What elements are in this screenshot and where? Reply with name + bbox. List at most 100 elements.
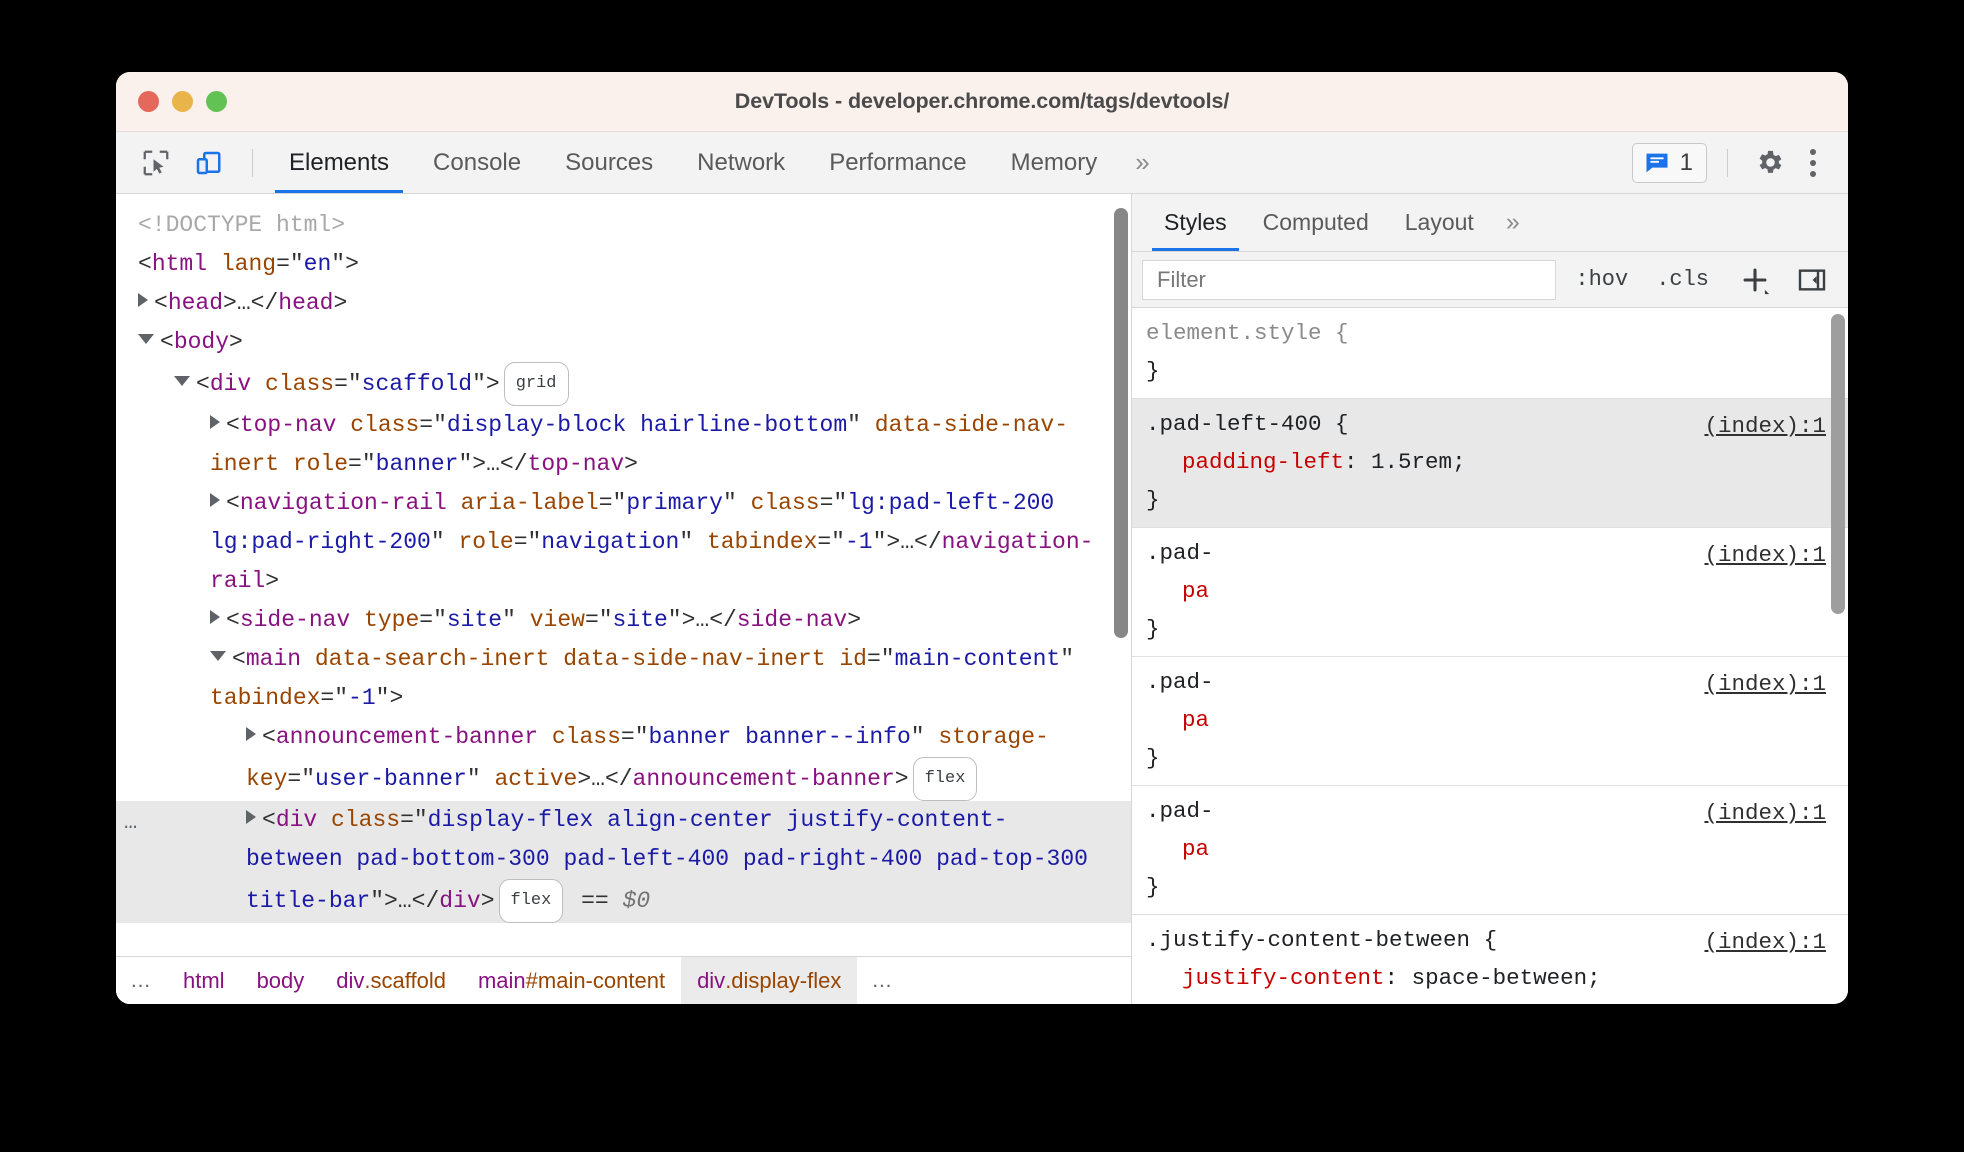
dom-node-main[interactable]: <main data-search-inert data-side-nav-in… xyxy=(116,640,1131,718)
tab-sources[interactable]: Sources xyxy=(543,132,675,193)
css-rule-pad-left-400[interactable]: (index):1 .pad-left-400 { padding-left: … xyxy=(1132,399,1848,528)
device-toolbar-icon[interactable] xyxy=(186,141,230,185)
expand-triangle-icon[interactable] xyxy=(246,727,256,741)
expand-triangle-icon[interactable] xyxy=(210,610,220,624)
css-rule-source-link[interactable]: (index):1 xyxy=(1704,536,1826,574)
more-tabs-icon[interactable]: » xyxy=(1119,132,1165,193)
dom-node-side-nav[interactable]: <side-nav type="site" view="site">…</sid… xyxy=(116,601,1131,640)
topnav-ellipsis: … xyxy=(486,451,500,477)
dom-node-selected-div[interactable]: … <div class="display-flex align-center … xyxy=(116,801,1131,923)
grid-badge[interactable]: grid xyxy=(503,362,569,406)
filter-input[interactable]: Filter xyxy=(1142,259,1557,300)
tab-styles[interactable]: Styles xyxy=(1146,194,1245,251)
tab-performance[interactable]: Performance xyxy=(807,132,988,193)
banner-attr-class: class xyxy=(551,724,621,750)
css-rule-source-link[interactable]: (index):1 xyxy=(1704,794,1826,832)
navrail-role-value: navigation xyxy=(541,529,680,555)
css-rule-element-style[interactable]: element.style { } xyxy=(1132,308,1848,399)
head-ellipsis: … xyxy=(236,290,251,316)
css-rules-list[interactable]: element.style { } (index):1 .pad-left-40… xyxy=(1132,308,1848,1004)
plus-icon[interactable] xyxy=(1728,263,1782,297)
declaration-value[interactable]: space-between xyxy=(1412,965,1588,991)
declaration-value[interactable]: 1.5rem xyxy=(1371,449,1452,475)
declaration-property[interactable]: padding-left xyxy=(1146,449,1344,475)
flex-badge[interactable]: flex xyxy=(498,879,564,923)
declaration-property[interactable]: pa xyxy=(1146,836,1209,862)
pad-3-declaration[interactable]: pa xyxy=(1146,701,1836,739)
breadcrumb-item-main[interactable]: main #main-content xyxy=(462,957,681,1004)
breadcrumb-item-body[interactable]: body xyxy=(241,957,321,1004)
pad-4-selector[interactable]: .pad- xyxy=(1146,798,1214,824)
css-rule-pad-3[interactable]: (index):1 .pad- pa } xyxy=(1132,657,1848,786)
flex-badge[interactable]: flex xyxy=(912,757,978,801)
css-rule-source-link[interactable]: (index):1 xyxy=(1704,923,1826,961)
kebab-menu-icon[interactable] xyxy=(1798,148,1828,177)
tab-layout-label: Layout xyxy=(1404,209,1474,235)
collapse-triangle-icon[interactable] xyxy=(174,376,190,386)
expand-triangle-icon[interactable] xyxy=(210,415,220,429)
pad-2-declaration[interactable]: pa xyxy=(1146,572,1836,610)
scaffold-tag-name: div xyxy=(209,371,252,397)
banner-class-value: banner banner--info xyxy=(648,724,911,750)
breadcrumb-item-div-display-flex[interactable]: div .display-flex xyxy=(681,957,858,1004)
dom-tree-scrollbar[interactable] xyxy=(1114,202,1128,956)
collapse-triangle-icon[interactable] xyxy=(210,651,226,661)
dom-node-announcement-banner[interactable]: <announcement-banner class="banner banne… xyxy=(116,718,1131,801)
topnav-attr-role: role xyxy=(292,451,349,477)
expand-triangle-icon[interactable] xyxy=(210,493,220,507)
css-rule-source-link[interactable]: (index):1 xyxy=(1704,665,1826,703)
declaration-padding-left[interactable]: padding-left: 1.5rem; xyxy=(1146,443,1836,481)
css-rule-pad-2[interactable]: (index):1 .pad- pa } xyxy=(1132,528,1848,657)
tab-layout[interactable]: Layout xyxy=(1387,194,1492,251)
console-ref-dollar-zero: $0 xyxy=(622,888,651,914)
styles-more-tabs-icon[interactable]: » xyxy=(1492,194,1534,251)
dom-node-head[interactable]: <head>…</head> xyxy=(116,284,1131,323)
devtools-toolbar: Elements Console Sources Network Perform… xyxy=(116,132,1848,194)
tab-elements[interactable]: Elements xyxy=(267,132,411,193)
topnav-role-value: banner xyxy=(375,451,459,477)
dom-node-doctype[interactable]: <!DOCTYPE html> xyxy=(116,206,1131,245)
breadcrumb-overflow-left[interactable]: … xyxy=(116,969,167,993)
declaration-justify-content[interactable]: justify-content: space-between; xyxy=(1146,959,1836,997)
pad-left-400-selector[interactable]: .pad-left-400 xyxy=(1146,411,1322,437)
pad-4-declaration[interactable]: pa xyxy=(1146,830,1836,868)
pad-2-selector[interactable]: .pad- xyxy=(1146,540,1214,566)
toggle-element-classes-button[interactable]: .cls xyxy=(1647,267,1718,292)
expand-triangle-icon[interactable] xyxy=(246,810,256,824)
tab-console[interactable]: Console xyxy=(411,132,543,193)
pad-3-selector[interactable]: .pad- xyxy=(1146,669,1214,695)
dom-node-body[interactable]: <body> xyxy=(116,323,1131,362)
collapse-triangle-icon[interactable] xyxy=(138,334,154,344)
dom-node-div-scaffold[interactable]: <div class="scaffold"> grid xyxy=(116,362,1131,406)
css-rule-source-link[interactable]: (index):1 xyxy=(1704,407,1826,445)
tab-computed[interactable]: Computed xyxy=(1245,194,1387,251)
node-overflow-dots[interactable]: … xyxy=(124,803,139,842)
justify-selector[interactable]: .justify-content-between xyxy=(1146,927,1470,953)
breadcrumb-overflow-right[interactable]: … xyxy=(857,969,908,993)
dom-tree-scrollbar-thumb[interactable] xyxy=(1114,208,1128,638)
inspect-cursor-icon[interactable] xyxy=(134,141,178,185)
styles-scrollbar-thumb[interactable] xyxy=(1831,314,1845,614)
sidenav-view-value: site xyxy=(612,607,668,633)
css-rule-pad-4[interactable]: (index):1 .pad- pa } xyxy=(1132,786,1848,915)
gear-icon[interactable] xyxy=(1748,141,1792,185)
breadcrumb-item-html[interactable]: html xyxy=(167,957,241,1004)
dom-tree[interactable]: <!DOCTYPE html> <html lang="en"> <head>…… xyxy=(116,194,1131,956)
dom-node-top-nav[interactable]: <top-nav class="display-block hairline-b… xyxy=(116,406,1131,484)
dom-node-navigation-rail[interactable]: <navigation-rail aria-label="primary" cl… xyxy=(116,484,1131,601)
toggle-sidebar-icon[interactable] xyxy=(1792,264,1838,296)
tab-memory[interactable]: Memory xyxy=(989,132,1120,193)
declaration-property[interactable]: pa xyxy=(1146,707,1209,733)
toggle-pseudo-classes-button[interactable]: :hov xyxy=(1566,267,1637,292)
declaration-property[interactable]: justify-content xyxy=(1146,965,1385,991)
head-tag-name: head xyxy=(167,290,224,316)
styles-scrollbar[interactable] xyxy=(1831,312,1845,1004)
declaration-property[interactable]: pa xyxy=(1146,578,1209,604)
tab-network[interactable]: Network xyxy=(675,132,807,193)
css-rule-justify-content-between[interactable]: (index):1 .justify-content-between { jus… xyxy=(1132,915,1848,1004)
dom-node-html[interactable]: <html lang="en"> xyxy=(116,245,1131,284)
messages-badge[interactable]: 1 xyxy=(1631,142,1707,183)
breadcrumb-item-div-scaffold[interactable]: div .scaffold xyxy=(320,957,462,1004)
expand-triangle-icon[interactable] xyxy=(138,293,148,307)
html-tag-name: html xyxy=(151,251,208,277)
